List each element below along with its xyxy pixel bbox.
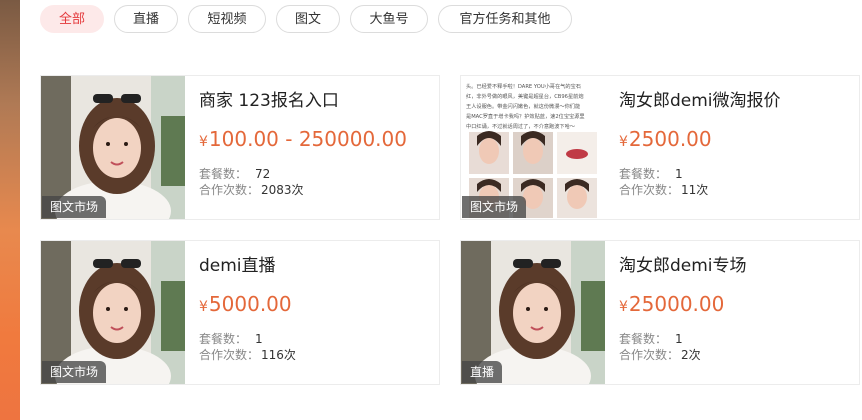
offer-thumbnail[interactable]: 直播 (461, 241, 605, 384)
offer-card[interactable]: 图文市场 商家 123报名入口 ¥100.00 - 250000.00 套餐数：… (40, 75, 440, 220)
packages-label: 套餐数： (199, 332, 248, 346)
cooperation-label: 合作次数： (619, 183, 680, 197)
packages-count: 1 (675, 167, 683, 181)
offer-card[interactable]: 图文市场 demi直播 ¥5000.00 套餐数： 1 合作次数： 116次 (40, 240, 440, 385)
price-value: 25000.00 (628, 292, 725, 316)
tab-image-text[interactable]: 图文 (276, 5, 340, 33)
offer-card[interactable]: 头。已经爱不释手啦！DARE YOU小哥在气的宝石 红，非外号做的眼风，美键是超… (460, 75, 860, 220)
offer-price: ¥100.00 - 250000.00 (199, 127, 407, 151)
price-value: 100.00 - 250000.00 (208, 127, 407, 151)
cooperation-label: 合作次数： (199, 183, 260, 197)
tab-dayu[interactable]: 大鱼号 (350, 5, 428, 33)
cooperation-label: 合作次数： (199, 348, 260, 362)
currency-symbol: ¥ (619, 299, 628, 315)
packages-row: 套餐数： 1 (619, 330, 683, 347)
packages-count: 1 (675, 332, 683, 346)
offer-title[interactable]: 商家 123报名入口 (199, 86, 339, 111)
offer-title[interactable]: 淘女郎demi微淘报价 (619, 86, 781, 111)
market-tag: 图文市场 (462, 196, 527, 218)
collage-caption-line: 头。已经爱不释手啦！DARE YOU小哥在气的宝石 (466, 82, 581, 90)
offer-price: ¥25000.00 (619, 292, 724, 316)
offer-thumbnail[interactable]: 头。已经爱不释手啦！DARE YOU小哥在气的宝石 红，非外号做的眼风，美键是超… (461, 76, 605, 219)
cooperation-count: 116次 (261, 348, 296, 362)
packages-label: 套餐数： (199, 167, 248, 181)
market-tag: 直播 (462, 361, 503, 383)
offer-title[interactable]: 淘女郎demi专场 (619, 251, 747, 276)
tab-official-tasks[interactable]: 官方任务和其他 (438, 5, 572, 33)
price-value: 2500.00 (628, 127, 712, 151)
offer-title[interactable]: demi直播 (199, 251, 276, 276)
offer-card[interactable]: 直播 淘女郎demi专场 ¥25000.00 套餐数： 1 合作次数： 2次 (460, 240, 860, 385)
collage-caption-line: 红，非外号做的眼风，美键是超星台，CB96星前炮 (466, 92, 584, 100)
market-tag: 图文市场 (42, 196, 107, 218)
currency-symbol: ¥ (619, 134, 628, 150)
collage-caption-line: 王人设服色。带金闪闪嫩色，就这份微漫～你们能 (466, 102, 580, 110)
packages-label: 套餐数： (619, 332, 668, 346)
packages-label: 套餐数： (619, 167, 668, 181)
packages-count: 72 (255, 167, 271, 181)
tab-live[interactable]: 直播 (114, 5, 178, 33)
collage-caption-line: 中口红诵，不过就话周过了，不介意跑波下哈～ (466, 122, 575, 130)
cooperation-row: 合作次数： 11次 (619, 181, 708, 198)
offer-thumbnail[interactable]: 图文市场 (41, 241, 185, 384)
left-banner-strip (0, 0, 20, 420)
market-tag: 图文市场 (42, 361, 107, 383)
cooperation-count: 2083次 (261, 183, 304, 197)
packages-row: 套餐数： 72 (199, 165, 270, 182)
currency-symbol: ¥ (199, 134, 208, 150)
tab-all[interactable]: 全部 (40, 5, 104, 33)
price-value: 5000.00 (208, 292, 292, 316)
cooperation-count: 11次 (681, 183, 709, 197)
packages-count: 1 (255, 332, 263, 346)
collage-caption-line: 是MAC罗直于增卡我吗？护效贴蓝，速2位宝宝源里 (466, 112, 585, 120)
tab-short-video[interactable]: 短视频 (188, 5, 266, 33)
cooperation-row: 合作次数： 2次 (619, 346, 701, 363)
cooperation-row: 合作次数： 2083次 (199, 181, 304, 198)
cooperation-count: 2次 (681, 348, 701, 362)
offer-price: ¥5000.00 (199, 292, 292, 316)
currency-symbol: ¥ (199, 299, 208, 315)
cooperation-label: 合作次数： (619, 348, 680, 362)
cooperation-row: 合作次数： 116次 (199, 346, 296, 363)
offer-thumbnail[interactable]: 图文市场 (41, 76, 185, 219)
packages-row: 套餐数： 1 (619, 165, 683, 182)
packages-row: 套餐数： 1 (199, 330, 263, 347)
offer-price: ¥2500.00 (619, 127, 712, 151)
